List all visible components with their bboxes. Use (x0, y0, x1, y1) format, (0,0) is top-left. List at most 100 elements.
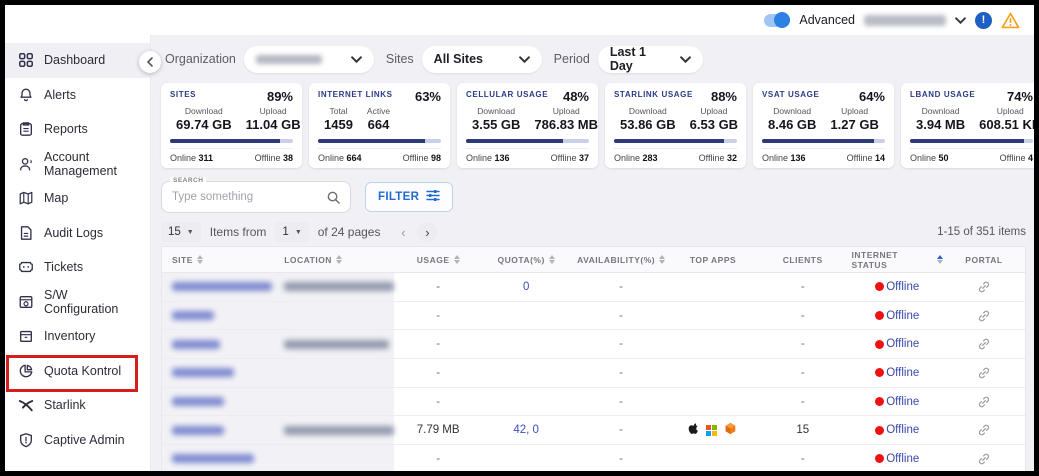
search-input[interactable] (172, 191, 326, 203)
sidebar-item-label: Inventory (44, 329, 95, 343)
clients-cell: - (754, 388, 852, 416)
sites-value: All Sites (434, 52, 483, 66)
sites-table: SITE LOCATION USAGE QUOTA(%) AVAILABILIT… (161, 246, 1026, 471)
card-percent: 88% (711, 90, 737, 103)
site-cell[interactable] (162, 445, 274, 471)
next-page-button[interactable]: › (417, 222, 437, 242)
site-cell[interactable] (162, 359, 274, 387)
offline-status-dot (875, 368, 884, 377)
organization-select[interactable] (244, 46, 374, 73)
quota-cell[interactable] (482, 445, 570, 471)
portal-link-icon[interactable] (977, 395, 991, 409)
sidebar-item-map[interactable]: Map (5, 181, 150, 216)
sidebar-item-account-management[interactable]: Account Management (5, 147, 150, 182)
prev-page-button[interactable]: ‹ (393, 222, 413, 242)
card-col1-label: Download (472, 106, 520, 116)
site-cell[interactable] (162, 388, 274, 416)
status-label: Offline (886, 281, 919, 293)
column-header-site[interactable]: SITE (162, 255, 274, 265)
sidebar-item-sw-configuration[interactable]: S/W Configuration (5, 285, 150, 320)
site-cell[interactable] (162, 273, 274, 301)
quota-cell[interactable] (482, 302, 570, 330)
card-col1-value: 69.74 GB (176, 117, 232, 132)
info-badge-icon[interactable]: ! (975, 12, 992, 29)
card-offline: Offline 14 (847, 153, 885, 163)
portal-cell (943, 273, 1025, 301)
period-value: Last 1 Day (610, 45, 672, 73)
sidebar-item-quota-kontrol[interactable]: Quota Kontrol (5, 354, 150, 389)
sites-label: Sites (386, 52, 414, 66)
sidebar-item-starlink[interactable]: Starlink (5, 388, 150, 423)
site-cell[interactable] (162, 330, 274, 358)
sidebar-item-alerts[interactable]: Alerts (5, 78, 150, 113)
column-header-location[interactable]: LOCATION (274, 255, 394, 265)
page-size-select[interactable]: 15▼ (161, 222, 201, 242)
user-name-redacted (864, 15, 946, 26)
sidebar-item-tickets[interactable]: Tickets (5, 250, 150, 285)
card-online: Online 136 (762, 153, 806, 163)
column-header-usage[interactable]: USAGE (394, 255, 482, 265)
stat-card: INTERNET LINKS 63% Total1459 Active664 O… (309, 83, 450, 168)
period-select[interactable]: Last 1 Day (598, 46, 703, 73)
portal-link-icon[interactable] (977, 423, 991, 437)
document-icon (17, 224, 34, 241)
card-col1-label: Download (176, 106, 232, 116)
column-header-availability[interactable]: AVAILABILITY(%) (570, 255, 672, 265)
filter-button[interactable]: FILTER (365, 182, 453, 212)
search-box[interactable]: SEARCH (161, 181, 351, 213)
card-percent: 74% (1007, 90, 1033, 103)
portal-cell (943, 359, 1025, 387)
sidebar-item-audit-logs[interactable]: Audit Logs (5, 216, 150, 251)
report-icon (17, 121, 34, 138)
portal-link-icon[interactable] (977, 337, 991, 351)
site-cell[interactable] (162, 302, 274, 330)
card-title: INTERNET LINKS (318, 90, 393, 99)
table-row: - - - Offline (162, 330, 1025, 359)
quota-cell[interactable] (482, 359, 570, 387)
card-offline: Offline 32 (699, 153, 737, 163)
quota-cell[interactable]: 0 (482, 273, 570, 301)
offline-status-dot (875, 311, 884, 320)
sites-select[interactable]: All Sites (422, 46, 542, 73)
starlink-x-icon (17, 397, 34, 414)
portal-link-icon[interactable] (977, 452, 991, 466)
warning-icon[interactable] (1001, 12, 1020, 29)
card-online: Online 136 (466, 153, 510, 163)
offline-status-dot (875, 397, 884, 406)
usage-cell: - (394, 302, 482, 330)
advanced-toggle[interactable] (764, 14, 790, 27)
page-select[interactable]: 1▼ (275, 222, 308, 242)
card-col2-label: Upload (246, 106, 301, 116)
card-col1-label: Download (768, 106, 816, 116)
table-row: - - - Offline (162, 388, 1025, 417)
sidebar-item-reports[interactable]: Reports (5, 112, 150, 147)
portal-link-icon[interactable] (977, 280, 991, 294)
pagination-row: 15▼ Items from 1▼ of 24 pages ‹ › 1-15 o… (161, 222, 1026, 242)
quota-cell[interactable]: 42, 0 (482, 416, 570, 444)
portal-cell (943, 388, 1025, 416)
clients-cell: - (754, 273, 852, 301)
chevron-down-icon[interactable] (955, 17, 966, 24)
site-name-redacted (172, 311, 214, 320)
quota-cell[interactable] (482, 330, 570, 358)
portal-link-icon[interactable] (977, 366, 991, 380)
offline-status-dot (875, 426, 884, 435)
column-header-quota[interactable]: QUOTA(%) (482, 255, 570, 265)
sort-icon (336, 255, 342, 264)
sidebar-item-label: Quota Kontrol (44, 364, 121, 378)
sidebar-item-dashboard[interactable]: Dashboard (5, 43, 150, 78)
site-cell[interactable] (162, 416, 274, 444)
quota-cell[interactable] (482, 388, 570, 416)
column-header-internet-status[interactable]: INTERNET STATUS (852, 250, 943, 270)
items-from-label: Items from (210, 225, 267, 239)
card-title: LBAND USAGE (910, 90, 975, 99)
sidebar-collapse-button[interactable] (139, 51, 161, 73)
sidebar-item-captive-admin[interactable]: Captive Admin (5, 423, 150, 458)
sidebar-item-inventory[interactable]: Inventory (5, 319, 150, 354)
location-cell (274, 273, 394, 301)
portal-link-icon[interactable] (977, 309, 991, 323)
clients-cell: 15 (754, 416, 852, 444)
organization-value-redacted (256, 55, 322, 64)
card-col2-value: 1.27 GB (830, 117, 878, 132)
card-col1-value: 8.46 GB (768, 117, 816, 132)
